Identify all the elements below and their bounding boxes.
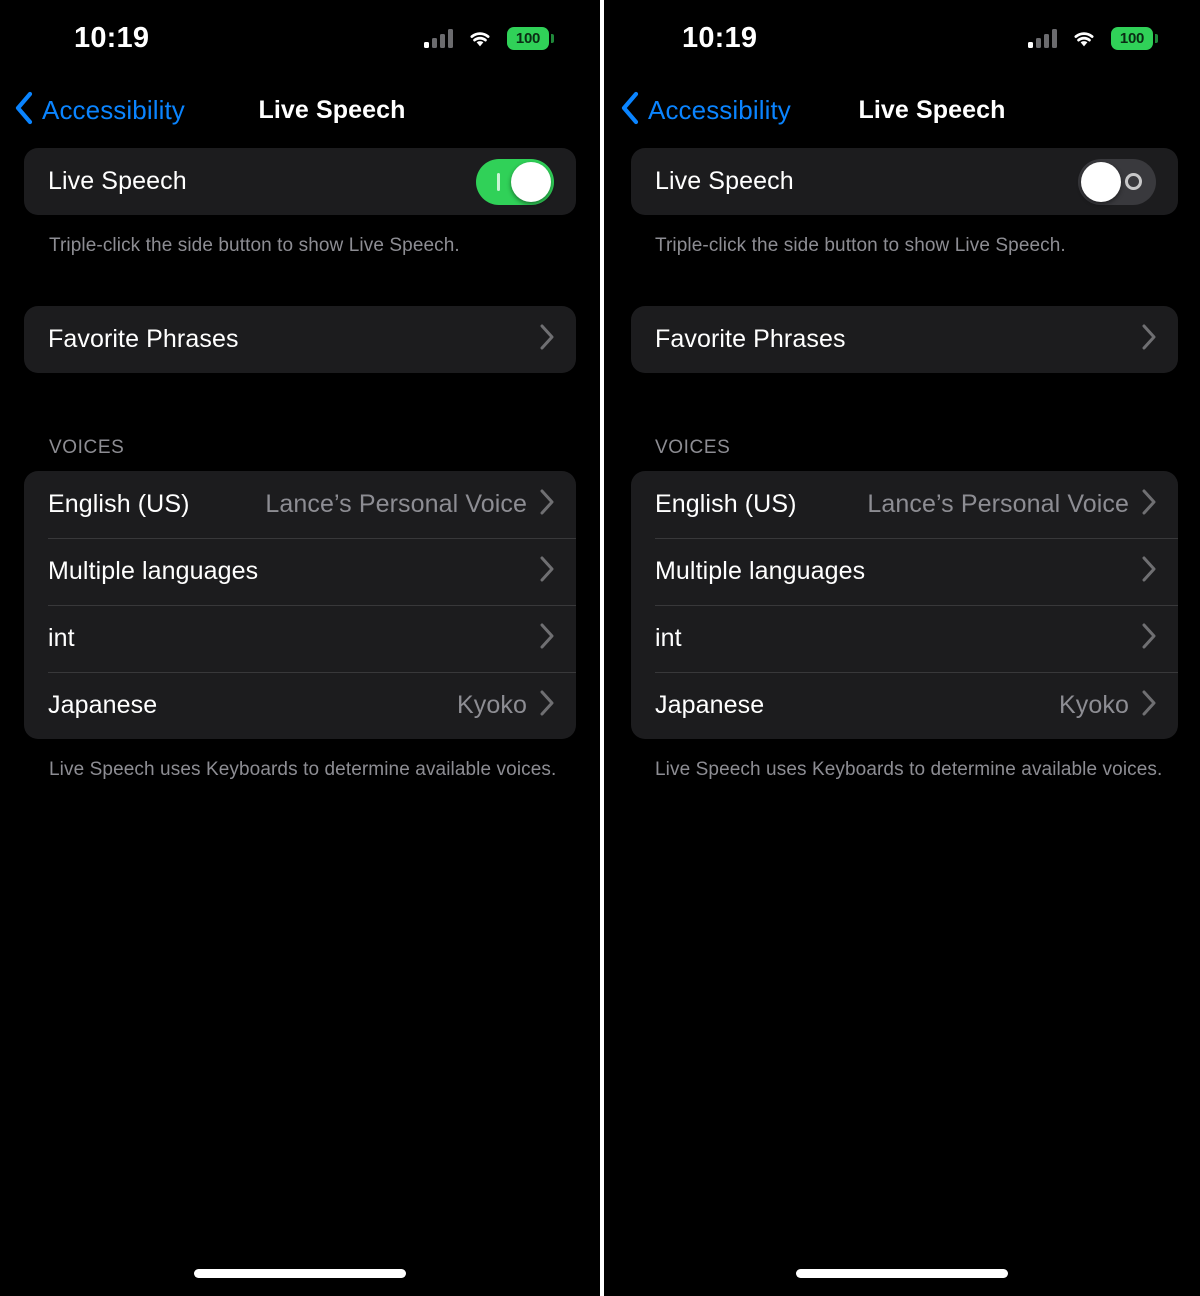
favorite-phrases-row[interactable]: Favorite Phrases: [631, 306, 1178, 373]
voice-row-multiple-languages[interactable]: Multiple languages: [24, 538, 576, 605]
home-indicator[interactable]: [0, 1269, 600, 1278]
battery-percent-label: 100: [1119, 29, 1145, 47]
toggle-knob: [511, 161, 551, 202]
favorite-phrases-card: Favorite Phrases: [631, 306, 1178, 374]
chevron-right-icon: [539, 489, 554, 520]
voice-language-label: Multiple languages: [655, 557, 866, 586]
voice-name-value: Kyoko: [1059, 691, 1129, 720]
chevron-right-icon: [539, 690, 554, 721]
voice-row-english-us[interactable]: English (US) Lance’s Personal Voice: [24, 471, 576, 538]
voices-section-header: VOICES: [655, 437, 731, 459]
chevron-right-icon: [1141, 489, 1156, 520]
voice-row-int[interactable]: int: [24, 605, 576, 672]
battery-percent-label: 100: [515, 29, 541, 47]
status-icons: 100: [424, 23, 554, 50]
voice-language-label: int: [655, 624, 682, 653]
live-speech-toggle-card: Live Speech: [631, 148, 1178, 215]
back-button-label: Accessibility: [42, 94, 185, 125]
live-speech-label: Live Speech: [655, 167, 794, 195]
voice-name-value: Lance’s Personal Voice: [867, 490, 1129, 519]
live-speech-toggle-row[interactable]: Live Speech: [631, 148, 1178, 215]
battery-icon: 100: [507, 26, 554, 50]
wifi-icon: [1071, 29, 1097, 48]
chevron-right-icon: [1141, 556, 1156, 587]
toggle-footnote: Triple-click the side button to show Liv…: [49, 235, 460, 256]
nav-bar: Accessibility Live Speech: [0, 72, 600, 148]
live-speech-toggle-card: Live Speech: [24, 148, 576, 215]
phone-screen-right: 10:19 100 Accessibility Live Speech Live…: [604, 0, 1200, 1296]
status-bar: 10:19 100: [0, 0, 600, 72]
chevron-right-icon: [539, 623, 554, 654]
voices-card: English (US) Lance’s Personal Voice Mult…: [631, 471, 1178, 740]
voice-language-label: English (US): [48, 490, 190, 519]
settings-content: Live Speech Triple-click the side button…: [604, 148, 1200, 782]
favorite-phrases-row[interactable]: Favorite Phrases: [24, 306, 576, 373]
chevron-right-icon: [539, 324, 554, 355]
voice-row-int[interactable]: int: [631, 605, 1178, 672]
voice-row-english-us[interactable]: English (US) Lance’s Personal Voice: [631, 471, 1178, 538]
voices-footnote: Live Speech uses Keyboards to determine …: [655, 759, 1163, 781]
nav-bar: Accessibility Live Speech: [604, 72, 1200, 148]
favorite-phrases-label: Favorite Phrases: [655, 325, 846, 354]
status-clock: 10:19: [682, 21, 758, 54]
voice-row-multiple-languages[interactable]: Multiple languages: [631, 538, 1178, 605]
cellular-signal-icon: [424, 28, 453, 48]
settings-content: Live Speech Triple-click the side button…: [0, 148, 600, 782]
chevron-left-icon: [620, 91, 640, 130]
toggle-on-indicator-icon: [497, 172, 500, 191]
chevron-right-icon: [1141, 623, 1156, 654]
status-bar: 10:19 100: [604, 0, 1200, 72]
back-button[interactable]: Accessibility: [14, 91, 185, 130]
status-icons: 100: [1028, 23, 1158, 50]
status-clock: 10:19: [74, 21, 150, 54]
cellular-signal-icon: [1028, 28, 1057, 48]
voices-section-header: VOICES: [49, 437, 125, 459]
wifi-icon: [467, 29, 493, 48]
screenshot-stage: 10:19 100 Accessibility Live Speech Live…: [0, 0, 1200, 1296]
live-speech-toggle-row[interactable]: Live Speech: [24, 148, 576, 215]
voice-name-value: Kyoko: [457, 691, 527, 720]
voices-footnote: Live Speech uses Keyboards to determine …: [49, 759, 557, 781]
live-speech-toggle[interactable]: [1078, 158, 1156, 205]
voice-name-value: Lance’s Personal Voice: [265, 490, 527, 519]
favorite-phrases-label: Favorite Phrases: [48, 325, 239, 354]
toggle-footnote: Triple-click the side button to show Liv…: [655, 235, 1066, 256]
voice-row-japanese[interactable]: Japanese Kyoko: [24, 672, 576, 739]
chevron-right-icon: [539, 556, 554, 587]
voice-language-label: English (US): [655, 490, 797, 519]
voice-language-label: Japanese: [48, 691, 158, 720]
chevron-right-icon: [1141, 324, 1156, 355]
home-indicator[interactable]: [604, 1269, 1200, 1278]
battery-icon: 100: [1111, 26, 1158, 50]
voice-language-label: Multiple languages: [48, 557, 259, 586]
favorite-phrases-card: Favorite Phrases: [24, 306, 576, 374]
phone-screen-left: 10:19 100 Accessibility Live Speech Live…: [0, 0, 600, 1296]
live-speech-toggle[interactable]: [476, 158, 554, 205]
voice-language-label: int: [48, 624, 75, 653]
chevron-left-icon: [14, 91, 34, 130]
live-speech-label: Live Speech: [48, 167, 187, 195]
toggle-off-indicator-icon: [1125, 172, 1142, 190]
toggle-knob: [1081, 161, 1121, 202]
voice-row-japanese[interactable]: Japanese Kyoko: [631, 672, 1178, 739]
voices-card: English (US) Lance’s Personal Voice Mult…: [24, 471, 576, 740]
back-button-label: Accessibility: [648, 94, 791, 125]
back-button[interactable]: Accessibility: [620, 91, 791, 130]
voice-language-label: Japanese: [655, 691, 765, 720]
chevron-right-icon: [1141, 690, 1156, 721]
